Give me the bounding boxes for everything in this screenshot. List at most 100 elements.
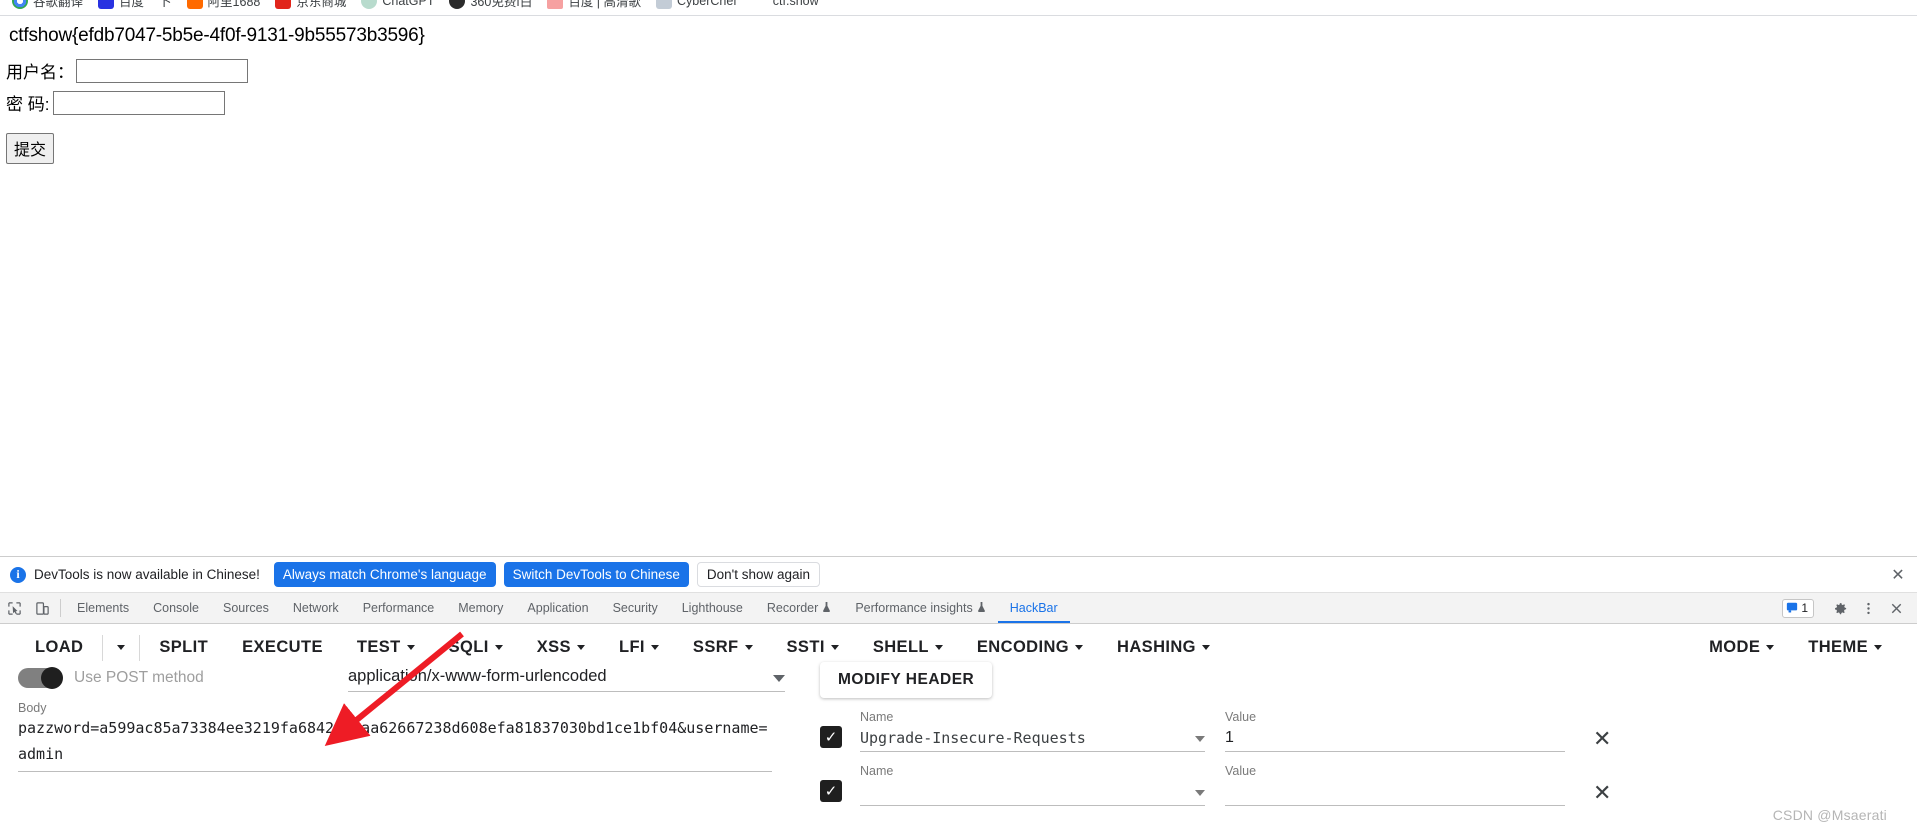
modify-header-button[interactable]: MODIFY HEADER (820, 662, 993, 698)
split-label: SPLIT (159, 638, 209, 656)
close-icon[interactable] (1883, 596, 1909, 620)
lfi-menu-button[interactable]: LFI (602, 638, 676, 657)
bookmark-label: ChatGPT (382, 0, 435, 8)
ssrf-menu-button[interactable]: SSRF (676, 638, 770, 657)
bookmark-label: 阿里1688 (207, 0, 261, 9)
encoding-label: ENCODING (976, 638, 1070, 656)
gear-icon[interactable] (1827, 596, 1853, 620)
header-name-input[interactable] (860, 782, 1205, 806)
body-input[interactable]: pazzword=a599ac85a73384ee3219fa684296eaa… (18, 715, 772, 772)
bookmark-item[interactable]: CyberChef (650, 0, 746, 11)
tab-elements[interactable]: Elements (65, 593, 141, 623)
cyberchef-icon (656, 0, 673, 9)
tab-recorder[interactable]: Recorder (755, 593, 843, 623)
bookmark-item[interactable]: 百度 (92, 0, 153, 12)
mode-label: MODE (1709, 638, 1761, 656)
submit-button[interactable]: 提交 (6, 133, 55, 164)
device-toolbar-icon[interactable] (28, 593, 56, 623)
tab-network[interactable]: Network (281, 593, 351, 623)
flag-icon (751, 0, 768, 9)
bookmark-item[interactable]: ChatGPT (355, 0, 443, 11)
kebab-menu-icon[interactable] (1855, 596, 1881, 620)
xss-menu-button[interactable]: XSS (520, 638, 602, 657)
switch-devtools-language-button[interactable]: Switch DevTools to Chinese (503, 562, 689, 587)
bookmark-label: 360免费f白 (470, 0, 533, 9)
tab-application[interactable]: Application (515, 593, 600, 623)
shell-menu-button[interactable]: SHELL (856, 638, 960, 657)
use-post-method-toggle[interactable] (18, 667, 63, 689)
load-button[interactable]: LOAD (18, 638, 100, 657)
chevron-down-icon (1201, 645, 1210, 650)
load-label: LOAD (35, 638, 84, 656)
bookmark-label: 京东商城 (296, 0, 347, 9)
tab-console[interactable]: Console (141, 593, 211, 623)
ssrf-label: SSRF (692, 638, 739, 656)
split-button[interactable]: SPLIT (142, 638, 225, 657)
tab-label: Recorder (766, 601, 819, 615)
header-value-input[interactable]: 1 (1225, 728, 1565, 752)
ssti-label: SSTI (786, 638, 825, 656)
dont-show-again-button[interactable]: Don't show again (696, 562, 821, 587)
content-type-select[interactable]: application/x-www-form-urlencoded (348, 667, 785, 692)
username-input[interactable] (76, 58, 248, 83)
always-match-language-button[interactable]: Always match Chrome's language (273, 562, 496, 587)
chevron-down-icon (1075, 645, 1084, 650)
test-menu-button[interactable]: TEST (340, 638, 432, 657)
close-icon[interactable]: ✕ (1889, 566, 1907, 584)
inspect-element-icon[interactable] (0, 593, 28, 623)
tab-sources[interactable]: Sources (211, 593, 281, 623)
tab-label: Console (153, 601, 199, 615)
content-type-field: application/x-www-form-urlencoded (348, 667, 785, 692)
page-content: ctfshow{efdb7047-5b5e-4f0f-9131-9b55573b… (0, 16, 1917, 556)
devtools-tab-bar: Elements Console Sources Network Perform… (0, 593, 1917, 624)
header-name-input[interactable]: Upgrade-Insecure-Requests (860, 728, 1205, 752)
tab-label: Elements (77, 601, 130, 615)
header-name-field: Name (860, 764, 1205, 806)
flag-text: ctfshow{efdb7047-5b5e-4f0f-9131-9b55573b… (9, 25, 425, 46)
content-type-value: application/x-www-form-urlencoded (348, 667, 607, 685)
password-input[interactable] (53, 90, 226, 115)
bookmark-item[interactable]: ctf.show (746, 0, 828, 11)
tab-hackbar[interactable]: HackBar (997, 593, 1070, 623)
tab-memory[interactable]: Memory (446, 593, 515, 623)
theme-label: THEME (1808, 638, 1868, 656)
header-value-input[interactable] (1225, 782, 1565, 806)
bookmark-item[interactable]: 阿里1688 (181, 0, 270, 12)
tab-performance[interactable]: Performance (351, 593, 447, 623)
tab-performance-insights[interactable]: Performance insights (843, 593, 997, 623)
bookmark-item[interactable]: 百度 | 高清歌 (541, 0, 650, 12)
hashing-menu-button[interactable]: HASHING (1100, 638, 1227, 657)
tab-label: HackBar (1009, 601, 1058, 615)
header-enabled-checkbox[interactable]: ✓ (820, 726, 842, 748)
execute-button[interactable]: EXECUTE (225, 638, 340, 657)
load-dropdown-button[interactable] (105, 645, 137, 650)
theme-menu-button[interactable]: THEME (1791, 638, 1899, 657)
mode-menu-button[interactable]: MODE (1692, 638, 1791, 657)
bookmark-item[interactable]: 卜 (153, 0, 181, 12)
sqli-label: SQLI (448, 638, 489, 656)
watermark: CSDN @Msaerati (1772, 807, 1887, 823)
body-field: Body pazzword=a599ac85a73384ee3219fa6842… (18, 701, 786, 772)
jd-icon (275, 0, 292, 9)
remove-header-icon[interactable]: ✕ (1593, 728, 1611, 750)
bookmark-item[interactable]: 360免费f白 (443, 0, 541, 12)
bookmark-label: 谷歌翻译 (33, 0, 84, 9)
encoding-menu-button[interactable]: ENCODING (960, 638, 1100, 657)
bookmark-label: CyberChef (677, 0, 737, 8)
experiment-flask-icon (977, 601, 986, 616)
bookmark-item[interactable]: 京东商城 (269, 0, 355, 12)
toggle-knob (41, 667, 63, 689)
bookmark-item[interactable]: 谷歌翻译 (6, 0, 92, 12)
chevron-down-icon (117, 645, 126, 650)
tab-label: Security (612, 601, 658, 615)
remove-header-icon[interactable]: ✕ (1593, 782, 1611, 804)
bookmark-label: 百度 | 高清歌 (568, 0, 642, 9)
username-row: 用户名： (6, 58, 248, 83)
tab-security[interactable]: Security (601, 593, 670, 623)
tab-lighthouse[interactable]: Lighthouse (670, 593, 755, 623)
header-enabled-checkbox[interactable]: ✓ (820, 780, 842, 802)
message-count-badge[interactable]: 1 (1782, 598, 1814, 618)
chrome-icon (12, 0, 28, 9)
sqli-menu-button[interactable]: SQLI (432, 638, 520, 657)
ssti-menu-button[interactable]: SSTI (770, 638, 856, 657)
